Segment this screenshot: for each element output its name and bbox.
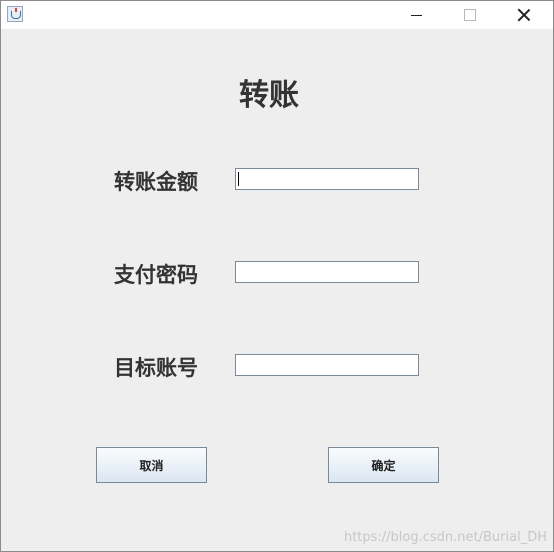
watermark: https://blog.csdn.net/Burial_DH bbox=[343, 530, 547, 545]
maximize-icon bbox=[464, 9, 476, 21]
close-button[interactable] bbox=[501, 1, 547, 29]
transfer-window: 转账 转账金额 支付密码 目标账号 取消 确定 https://blog.csd… bbox=[0, 0, 554, 552]
transfer-amount-label: 转账金额 bbox=[114, 169, 198, 194]
minimize-button[interactable] bbox=[393, 1, 439, 29]
target-account-label: 目标账号 bbox=[114, 355, 198, 380]
target-account-field[interactable] bbox=[235, 354, 419, 376]
maximize-button[interactable] bbox=[447, 1, 493, 29]
text-caret bbox=[238, 172, 239, 186]
cancel-button[interactable]: 取消 bbox=[96, 447, 207, 483]
java-app-icon bbox=[7, 6, 23, 22]
payment-password-field[interactable] bbox=[235, 261, 419, 283]
page-title: 转账 bbox=[239, 78, 299, 113]
transfer-amount-field[interactable] bbox=[235, 168, 419, 190]
title-bar bbox=[1, 1, 553, 29]
close-icon bbox=[518, 9, 530, 21]
minimize-icon bbox=[410, 15, 422, 16]
payment-password-label: 支付密码 bbox=[114, 262, 198, 287]
confirm-button[interactable]: 确定 bbox=[328, 447, 439, 483]
